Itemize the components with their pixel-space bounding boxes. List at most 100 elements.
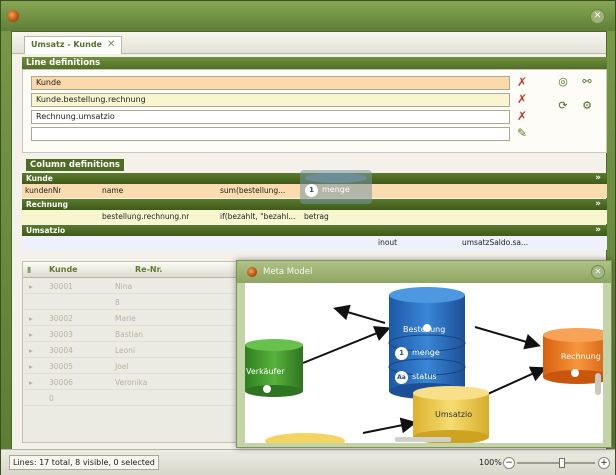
node-label-umsatzio[interactable]: Umsatzio xyxy=(435,410,472,419)
column-cell[interactable]: if(bezahlt, "bezahl... xyxy=(220,210,295,224)
drag-label: menge xyxy=(322,185,350,194)
column-cell[interactable]: bestellung.rechnung.nr xyxy=(102,210,189,224)
group-name: Umsatzio xyxy=(26,226,66,235)
grid-cell: 30002 xyxy=(49,314,73,323)
group-umsatzio-row: inout umsatzSaldo.sa... xyxy=(22,236,607,250)
app-logo-icon xyxy=(7,10,19,22)
column-cell[interactable]: kundenNr xyxy=(25,184,61,198)
group-name: Rechnung xyxy=(26,200,69,209)
meta-model-title-bar[interactable]: Meta Model ✕ xyxy=(237,261,611,283)
attr-menge[interactable]: menge xyxy=(412,348,440,357)
edit-line-icon[interactable]: ✎ xyxy=(515,127,529,141)
grid-cell: 30006 xyxy=(49,378,73,387)
meta-model-close-button[interactable]: ✕ xyxy=(591,265,605,279)
attr-status[interactable]: status xyxy=(412,372,437,381)
column-header-re-nr[interactable]: Re-Nr. xyxy=(135,262,162,278)
grid-cell: Bastian xyxy=(115,330,144,339)
expand-row-icon[interactable]: ▸ xyxy=(29,343,33,358)
node-label-rechnung[interactable]: Rechnung xyxy=(561,352,601,361)
tab-label: Umsatz - Kunde xyxy=(31,40,102,49)
grid-row[interactable]: ▸30003Bastian8 xyxy=(23,327,251,342)
grid-cell: 30005 xyxy=(49,362,73,371)
new-line-input[interactable] xyxy=(31,127,510,141)
drag-number-badge: 1 xyxy=(305,184,318,197)
tab-strip: Umsatz - Kunde ✕ xyxy=(12,32,606,54)
column-header-kunde[interactable]: Kunde xyxy=(49,262,78,278)
attr-number-badge: 1 xyxy=(395,347,408,360)
grid-cell: Leoni xyxy=(115,346,136,355)
node-partial-yellow xyxy=(265,433,345,443)
edge-rechnung-bestellung xyxy=(474,326,541,350)
grid-row[interactable]: ▸30002Marie6 xyxy=(23,311,251,326)
grid-row[interactable]: ▸30006Veronika0 xyxy=(23,375,251,390)
delete-line-icon[interactable]: ✗ xyxy=(515,93,529,107)
edge-yellow-umsatzio xyxy=(362,417,417,434)
group-rechnung-row: bestellung.rechnung.nr if(bezahlt, "beza… xyxy=(22,210,607,224)
line-definition-row[interactable]: Rechnung.umsatzio xyxy=(31,110,510,124)
node-label-bestellung[interactable]: Bestellung xyxy=(403,325,445,334)
window-close-button[interactable]: ✕ xyxy=(590,9,605,24)
grid-cell: Joel xyxy=(115,362,129,371)
zoom-in-button[interactable]: + xyxy=(598,457,610,469)
horizontal-scrollbar xyxy=(395,437,451,442)
result-grid: ▮ Kunde Re-Nr. B ▸30001Nina38bez▸30002Ma… xyxy=(22,261,252,443)
drag-ghost-top xyxy=(305,173,367,183)
settings-icon[interactable]: ⚙ xyxy=(579,98,595,114)
tab-close-icon[interactable]: ✕ xyxy=(107,39,115,50)
edge-drag-in xyxy=(333,304,386,324)
grid-row[interactable]: ▸30001Nina3 xyxy=(23,279,251,294)
expand-row-icon[interactable]: ▸ xyxy=(29,375,33,390)
meta-model-app-icon xyxy=(247,267,257,277)
grid-header: ▮ Kunde Re-Nr. B xyxy=(23,262,251,278)
zoom-level: 100% xyxy=(479,458,502,467)
line-definition-row[interactable]: Kunde xyxy=(31,76,510,90)
zoom-out-button[interactable]: − xyxy=(503,457,515,469)
drag-ghost: 1 menge xyxy=(300,170,372,204)
edge-verkaeufer-bestellung xyxy=(302,326,391,364)
column-cell[interactable]: sum(bestellung... xyxy=(220,184,285,198)
expand-row-icon[interactable]: ▸ xyxy=(29,311,33,326)
grid-cell: Marie xyxy=(115,314,136,323)
column-cell[interactable]: name xyxy=(102,184,123,198)
grid-row[interactable]: ▸30004Leoni12 xyxy=(23,343,251,358)
title-bar[interactable]: ✕ xyxy=(1,1,615,31)
status-text: Lines: 17 total, 8 visible, 0 selected xyxy=(9,455,159,470)
meta-model-canvas[interactable]: Bestellung Verkäufer Rechnung Umsatzio 1… xyxy=(245,283,603,443)
column-cell[interactable]: umsatzSaldo.sa... xyxy=(462,236,528,250)
column-cell[interactable]: betrag xyxy=(304,210,329,224)
delete-line-icon[interactable]: ✗ xyxy=(515,110,529,124)
expand-row-icon[interactable]: ▸ xyxy=(29,359,33,374)
expand-row-icon[interactable]: ▸ xyxy=(29,279,33,294)
grid-row[interactable]: 8bez xyxy=(23,295,251,310)
meta-model-window[interactable]: Meta Model ✕ Bestellung Verkäufer Rechnu… xyxy=(236,260,612,448)
zoom-slider-thumb[interactable] xyxy=(559,458,565,468)
grid-cell: 30001 xyxy=(49,282,73,291)
grid-row[interactable]: 00 xyxy=(23,391,251,406)
expand-icon[interactable]: » xyxy=(595,199,601,210)
refresh-icon[interactable]: ⟳ xyxy=(555,98,571,114)
grid-cell: 8 xyxy=(115,298,120,307)
vertical-scrollbar xyxy=(595,373,601,395)
row-indicator-icon: ▮ xyxy=(27,265,32,274)
column-cell[interactable]: inout xyxy=(378,236,397,250)
tab-umsatz-kunde[interactable]: Umsatz - Kunde ✕ xyxy=(24,36,123,54)
node-label-verkaeufer[interactable]: Verkäufer xyxy=(246,367,285,376)
expand-row-icon[interactable]: ▸ xyxy=(29,327,33,342)
grid-cell: 0 xyxy=(49,394,54,403)
grid-row[interactable]: ▸30005Joel0 xyxy=(23,359,251,374)
delete-line-icon[interactable]: ✗ xyxy=(515,76,529,90)
expand-icon[interactable]: » xyxy=(595,173,601,184)
lightbulb-icon[interactable]: ◎ xyxy=(555,74,571,90)
grid-cell: Veronika xyxy=(115,378,148,387)
link-icon[interactable]: ⚯ xyxy=(579,74,595,90)
group-umsatzio-header: Umsatzio » xyxy=(22,225,607,236)
expand-icon[interactable]: » xyxy=(595,225,601,236)
group-name: Kunde xyxy=(26,174,53,183)
grid-cell: 30004 xyxy=(49,346,73,355)
column-definitions-title: Column definitions xyxy=(26,159,124,171)
status-bar: Lines: 17 total, 8 visible, 0 selected 1… xyxy=(1,449,615,475)
line-definition-row[interactable]: Kunde.bestellung.rechnung xyxy=(31,93,510,107)
grid-cell: 30003 xyxy=(49,330,73,339)
attr-text-badge: Aa xyxy=(395,371,408,384)
zoom-slider[interactable] xyxy=(517,458,595,468)
